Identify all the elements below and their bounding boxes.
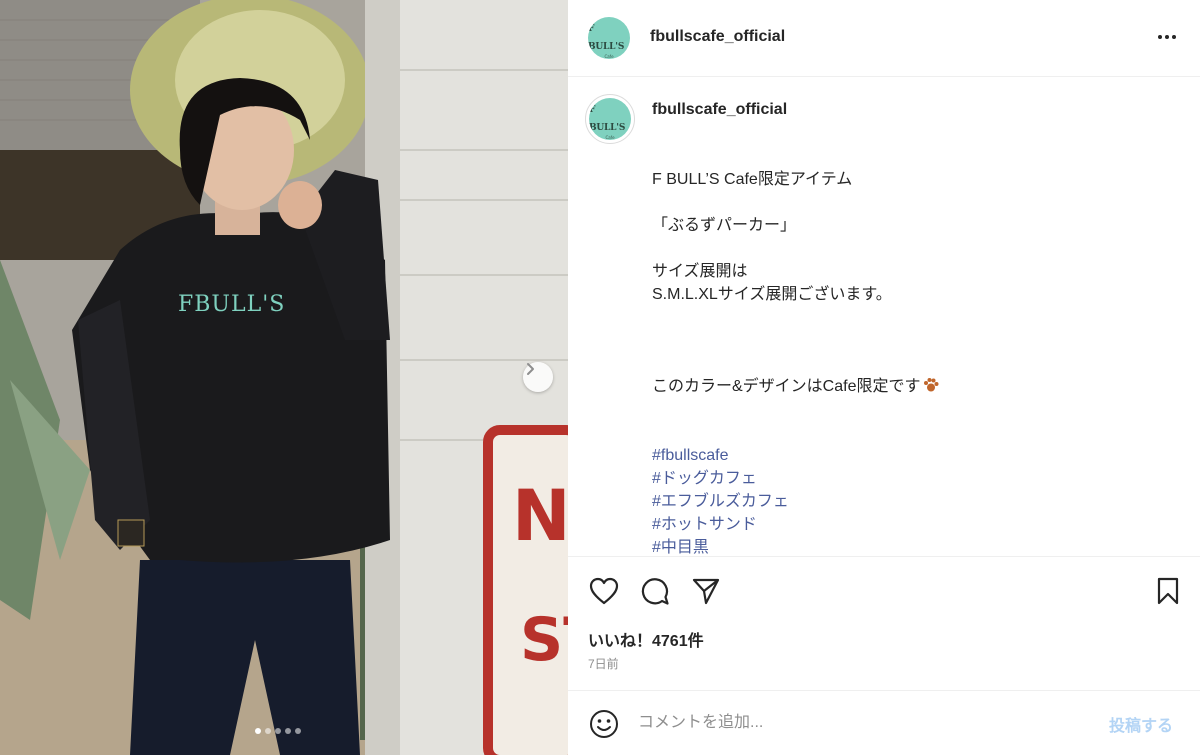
avatar-logo-subtext: Cafe: [604, 53, 614, 59]
caption-line: 「ぶるずパーカー」: [652, 217, 797, 234]
caption-line: このカラー&デザインはCafe限定です: [652, 378, 921, 395]
sign-text-2: ST: [520, 605, 568, 675]
comment-button[interactable]: [639, 575, 671, 607]
slide-dot: [295, 728, 301, 734]
more-options-icon[interactable]: [1152, 26, 1182, 48]
heart-icon: [589, 577, 619, 605]
post-header: F BULL'S Cafe fbullscafe_official: [568, 0, 1200, 77]
emoji-icon: [590, 710, 618, 738]
caption-username[interactable]: fbullscafe_official: [652, 101, 787, 119]
caption-line: F BULL’S Cafe限定アイテム: [652, 171, 853, 188]
photo-illustration: N ST FBULL'S: [0, 0, 568, 755]
comment-input[interactable]: [638, 709, 1098, 737]
avatar-logo-text: F BULL'S: [588, 23, 625, 52]
hashtag-link[interactable]: #中目黒: [652, 536, 940, 556]
avatar-logo-text: F BULL'S: [589, 104, 626, 133]
slide-dot: [285, 728, 291, 734]
caption-line: サイズ展開は: [652, 263, 748, 280]
like-button[interactable]: [588, 575, 620, 607]
post-photo[interactable]: N ST FBULL'S: [0, 0, 568, 755]
sign-text: N: [512, 475, 568, 557]
post-comment-button[interactable]: 投稿する: [1109, 712, 1173, 736]
hashtag-link[interactable]: #fbullscafe: [652, 444, 940, 467]
hashtag-link[interactable]: #エフブルズカフェ: [652, 490, 940, 513]
avatar[interactable]: F BULL'S Cafe: [588, 17, 630, 59]
hashtag-link[interactable]: #ホットサンド: [652, 513, 940, 536]
emoji-button[interactable]: [588, 708, 620, 740]
next-photo-button[interactable]: [523, 362, 553, 392]
slide-dot: [255, 728, 261, 734]
caption-avatar[interactable]: F BULL'S Cafe: [589, 98, 631, 140]
comment-composer: 投稿する: [568, 690, 1200, 755]
action-bar: いいね！4761件 7日前: [568, 556, 1200, 690]
caption-text: F BULL’S Cafe限定アイテム 「ぶるずパーカー」 サイズ展開は S.M…: [652, 168, 940, 556]
caption-section: F BULL'S Cafe fbullscafe_official F BULL…: [568, 78, 1200, 556]
slide-indicator: [255, 728, 301, 734]
post-time[interactable]: 7日前: [588, 655, 619, 672]
post-detail-panel: F BULL'S Cafe fbullscafe_official F BULL…: [568, 0, 1200, 755]
bookmark-icon: [1157, 577, 1179, 605]
share-icon: [692, 578, 720, 605]
share-button[interactable]: [690, 575, 722, 607]
hoodie-print: FBULL'S: [178, 292, 285, 317]
paw-icon: [924, 378, 939, 392]
caption-line: S.M.L.XLサイズ展開ございます。: [652, 286, 892, 303]
comment-icon: [641, 578, 669, 605]
save-button[interactable]: [1152, 575, 1184, 607]
slide-dot: [275, 728, 281, 734]
slide-dot: [265, 728, 271, 734]
like-count[interactable]: いいね！4761件: [588, 627, 704, 651]
chevron-right-icon: [527, 363, 534, 375]
caption-line-with-emoji: このカラー&デザインはCafe限定です: [652, 375, 940, 398]
header-username[interactable]: fbullscafe_official: [650, 28, 785, 46]
hashtag-link[interactable]: #ドッグカフェ: [652, 467, 940, 490]
